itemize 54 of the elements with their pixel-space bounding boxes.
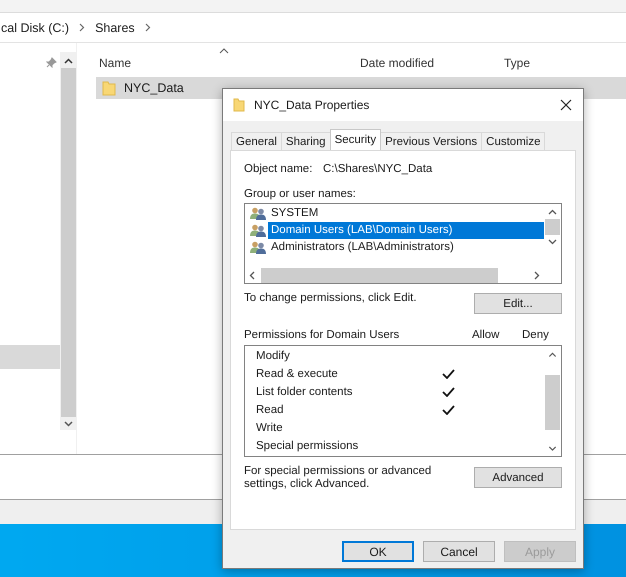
chevron-right-icon[interactable] xyxy=(534,271,540,280)
pin-icon[interactable] xyxy=(46,57,57,68)
scrollbar-thumb[interactable] xyxy=(545,375,560,430)
chevron-left-icon[interactable] xyxy=(249,271,255,280)
chevron-right-icon[interactable] xyxy=(79,23,86,32)
hint-text: To change permissions, click Edit. xyxy=(244,292,417,304)
permission-name: List folder contents xyxy=(256,386,353,398)
advanced-button[interactable]: Advanced xyxy=(474,467,562,488)
edit-button[interactable]: Edit... xyxy=(474,293,562,314)
permission-name: Modify xyxy=(256,350,290,362)
column-header[interactable]: Date modified xyxy=(360,56,434,70)
tab[interactable]: Customize xyxy=(481,132,546,150)
users-icon xyxy=(250,241,266,254)
folder-icon xyxy=(102,80,116,96)
scrollbar-thumb[interactable] xyxy=(545,219,560,235)
chevron-up-icon[interactable] xyxy=(548,209,557,215)
scrollbar-thumb[interactable] xyxy=(261,268,498,283)
breadcrumb-item[interactable]: Shares xyxy=(95,20,135,34)
column-header: Deny xyxy=(522,329,550,343)
user-list-item[interactable]: Administrators (LAB\Administrators) xyxy=(268,239,544,256)
column-header[interactable]: Name xyxy=(99,56,132,70)
chevron-up-icon[interactable] xyxy=(548,352,557,358)
sort-caret-icon xyxy=(219,48,229,54)
chevron-down-icon[interactable] xyxy=(548,446,557,452)
column-header: Allow xyxy=(472,329,500,343)
permission-name: Write xyxy=(256,422,283,434)
breadcrumb-item[interactable]: cal Disk (C:) xyxy=(1,20,70,34)
object-name: C:\Shares\NYC_Data xyxy=(323,163,432,177)
dialog-button[interactable]: Cancel xyxy=(423,541,495,562)
field-label: Object name: xyxy=(244,163,314,177)
tab[interactable]: Security xyxy=(330,129,382,150)
users-icon xyxy=(250,224,266,237)
chevron-up-icon[interactable] xyxy=(64,58,72,64)
users-icon xyxy=(250,207,266,220)
hint-text: For special permissions or advanced settings, click Advanced. xyxy=(244,465,432,491)
close-icon[interactable] xyxy=(560,99,572,111)
tab[interactable]: General xyxy=(231,132,282,150)
section-label: Group or user names: xyxy=(244,188,357,200)
chevron-down-icon[interactable] xyxy=(64,421,72,427)
permission-name: Read & execute xyxy=(256,368,338,380)
file-name: NYC_Data xyxy=(124,81,184,95)
user-list-item[interactable]: Domain Users (LAB\Domain Users) xyxy=(268,222,544,239)
chevron-down-icon[interactable] xyxy=(548,239,557,245)
folder-icon xyxy=(233,98,245,112)
permission-name: Read xyxy=(256,404,284,416)
dialog-button[interactable]: OK xyxy=(342,541,414,562)
permission-name: Special permissions xyxy=(256,440,358,452)
tab[interactable]: Sharing xyxy=(280,132,331,150)
section-label: Permissions for Domain Users xyxy=(244,329,400,343)
chevron-right-icon[interactable] xyxy=(144,23,151,32)
window-title: NYC_Data Properties xyxy=(254,98,370,112)
user-list-item[interactable]: SYSTEM xyxy=(268,205,544,222)
user-list[interactable]: SYSTEM Domain Users (LAB\Domain Users) Administrators (LAB\Administrators) xyxy=(244,203,562,284)
column-header[interactable]: Type xyxy=(504,56,530,70)
